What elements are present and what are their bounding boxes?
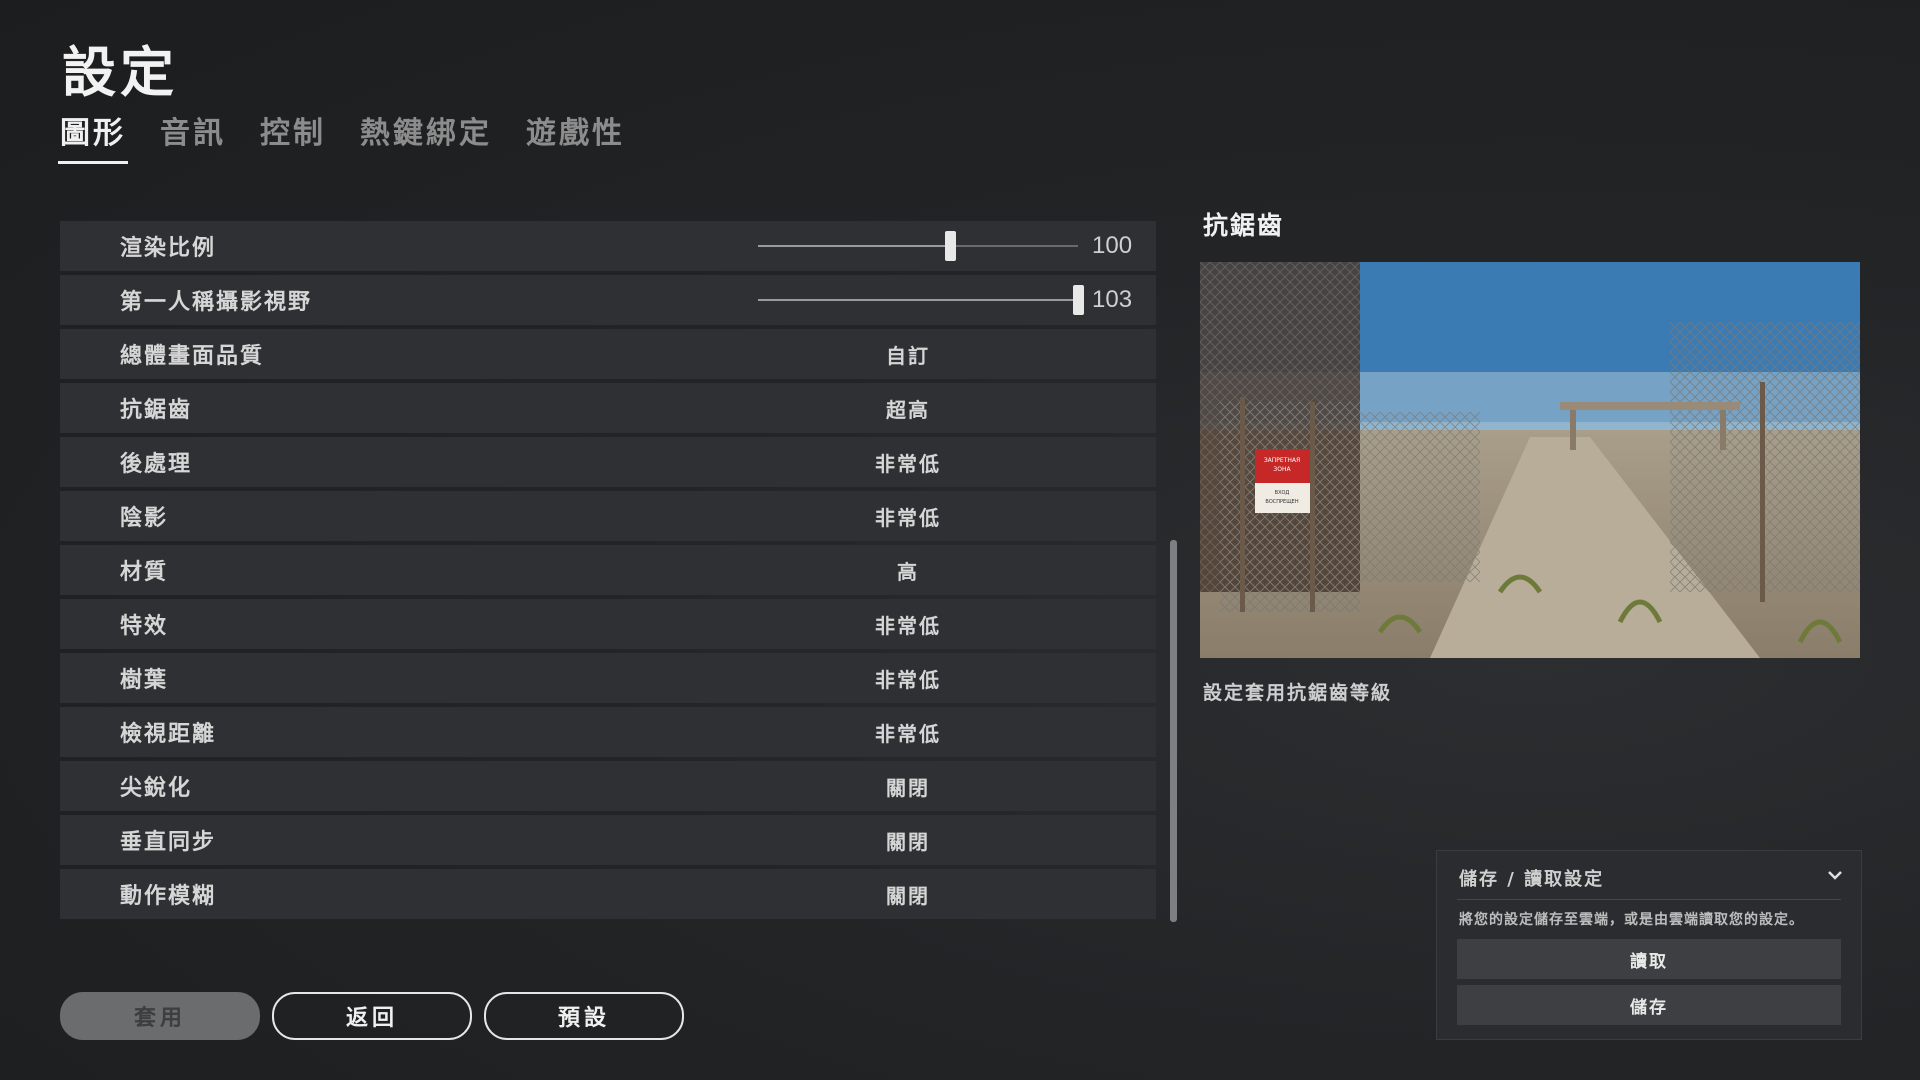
- fpp-fov-value: 103: [1092, 286, 1133, 313]
- setting-row[interactable]: 總體畫面品質 自訂: [60, 329, 1156, 379]
- sign-text: ВХОД: [1275, 490, 1290, 496]
- setting-value[interactable]: 關閉: [886, 772, 930, 801]
- setting-value[interactable]: 超高: [886, 394, 930, 423]
- sign-text: ЗОНА: [1273, 466, 1291, 473]
- setting-row[interactable]: 動作模糊 關閉: [60, 869, 1156, 919]
- setting-label: 樹葉: [120, 668, 169, 693]
- slider-fill: [758, 245, 950, 247]
- tab-audio[interactable]: 音訊: [160, 108, 226, 160]
- tab-graphics[interactable]: 圖形: [58, 108, 128, 164]
- tab-controls[interactable]: 控制: [260, 108, 326, 160]
- setting-row[interactable]: 檢視距離 非常低: [60, 707, 1156, 757]
- slider-thumb[interactable]: [945, 231, 956, 261]
- slider-thumb[interactable]: [1073, 285, 1084, 315]
- setting-label: 總體畫面品質: [120, 344, 265, 369]
- setting-value[interactable]: 非常低: [875, 448, 941, 477]
- setting-row[interactable]: 後處理 非常低: [60, 437, 1156, 487]
- setting-label: 抗鋸齒: [120, 398, 193, 423]
- back-button[interactable]: 返回: [272, 992, 472, 1040]
- setting-row[interactable]: 垂直同步 關閉: [60, 815, 1156, 865]
- setting-row[interactable]: 抗鋸齒 超高: [60, 383, 1156, 433]
- setting-value[interactable]: 關閉: [886, 880, 930, 909]
- load-button[interactable]: 讀取: [1457, 939, 1841, 979]
- save-button[interactable]: 儲存: [1457, 985, 1841, 1025]
- preview-scene: ЗАПРЕТНАЯ ЗОНА ВХОД ВОСПРЕЩЕН: [1200, 262, 1860, 658]
- save-load-header[interactable]: 儲存 / 讀取設定: [1459, 865, 1604, 891]
- divider: [1457, 899, 1841, 900]
- setting-label: 第一人稱攝影視野: [120, 290, 313, 315]
- save-load-panel: 儲存 / 讀取設定 將您的設定儲存至雲端，或是由雲端讀取您的設定。 讀取 儲存: [1436, 850, 1862, 1040]
- render-scale-slider[interactable]: [758, 231, 1078, 261]
- setting-label: 檢視距離: [120, 722, 217, 747]
- default-button[interactable]: 預設: [484, 992, 684, 1040]
- tab-bar: 圖形 音訊 控制 熱鍵綁定 遊戲性: [58, 108, 659, 164]
- chevron-down-icon[interactable]: [1825, 865, 1845, 885]
- sign-text: ВОСПРЕЩЕН: [1265, 499, 1298, 505]
- setting-row[interactable]: 尖銳化 關閉: [60, 761, 1156, 811]
- setting-label: 尖銳化: [120, 776, 193, 801]
- setting-label: 動作模糊: [120, 884, 217, 909]
- setting-row[interactable]: 特效 非常低: [60, 599, 1156, 649]
- bottom-button-bar: 套用 返回 預設: [60, 992, 696, 1040]
- setting-label: 特效: [120, 614, 169, 639]
- setting-value[interactable]: 非常低: [875, 664, 941, 693]
- fpp-fov-slider[interactable]: [758, 285, 1084, 315]
- page-title: 設定: [62, 41, 178, 104]
- setting-value[interactable]: 非常低: [875, 610, 941, 639]
- setting-row[interactable]: 陰影 非常低: [60, 491, 1156, 541]
- preview-image: ЗАПРЕТНАЯ ЗОНА ВХОД ВОСПРЕЩЕН: [1200, 262, 1860, 658]
- setting-label: 渲染比例: [120, 236, 217, 261]
- save-load-description: 將您的設定儲存至雲端，或是由雲端讀取您的設定。: [1459, 912, 1804, 928]
- slider-fill: [758, 299, 1078, 301]
- apply-button[interactable]: 套用: [60, 992, 260, 1040]
- setting-label: 後處理: [120, 452, 193, 477]
- tab-gameplay[interactable]: 遊戲性: [526, 108, 625, 160]
- setting-label: 陰影: [120, 506, 169, 531]
- setting-row-render-scale: 渲染比例 100: [60, 221, 1156, 271]
- setting-row[interactable]: 材質 高: [60, 545, 1156, 595]
- setting-value[interactable]: 非常低: [875, 502, 941, 531]
- tab-keybindings[interactable]: 熱鍵綁定: [360, 108, 492, 160]
- setting-row-fpp-fov: 第一人稱攝影視野 103: [60, 275, 1156, 325]
- setting-value[interactable]: 關閉: [886, 826, 930, 855]
- setting-row[interactable]: 樹葉 非常低: [60, 653, 1156, 703]
- preview-title: 抗鋸齒: [1203, 211, 1285, 240]
- preview-description: 設定套用抗鋸齒等級: [1203, 682, 1393, 704]
- render-scale-value: 100: [1092, 232, 1133, 259]
- sign-text: ЗАПРЕТНАЯ: [1264, 457, 1300, 464]
- setting-value[interactable]: 高: [897, 556, 919, 585]
- setting-label: 材質: [120, 560, 169, 585]
- settings-scrollbar[interactable]: [1170, 540, 1177, 922]
- setting-label: 垂直同步: [120, 830, 217, 855]
- setting-value[interactable]: 非常低: [875, 718, 941, 747]
- settings-list: 渲染比例 100 第一人稱攝影視野 103 總體畫面品質 自訂 抗鋸齒 超高 後處理 非常…: [60, 221, 1156, 923]
- setting-value[interactable]: 自訂: [886, 340, 930, 369]
